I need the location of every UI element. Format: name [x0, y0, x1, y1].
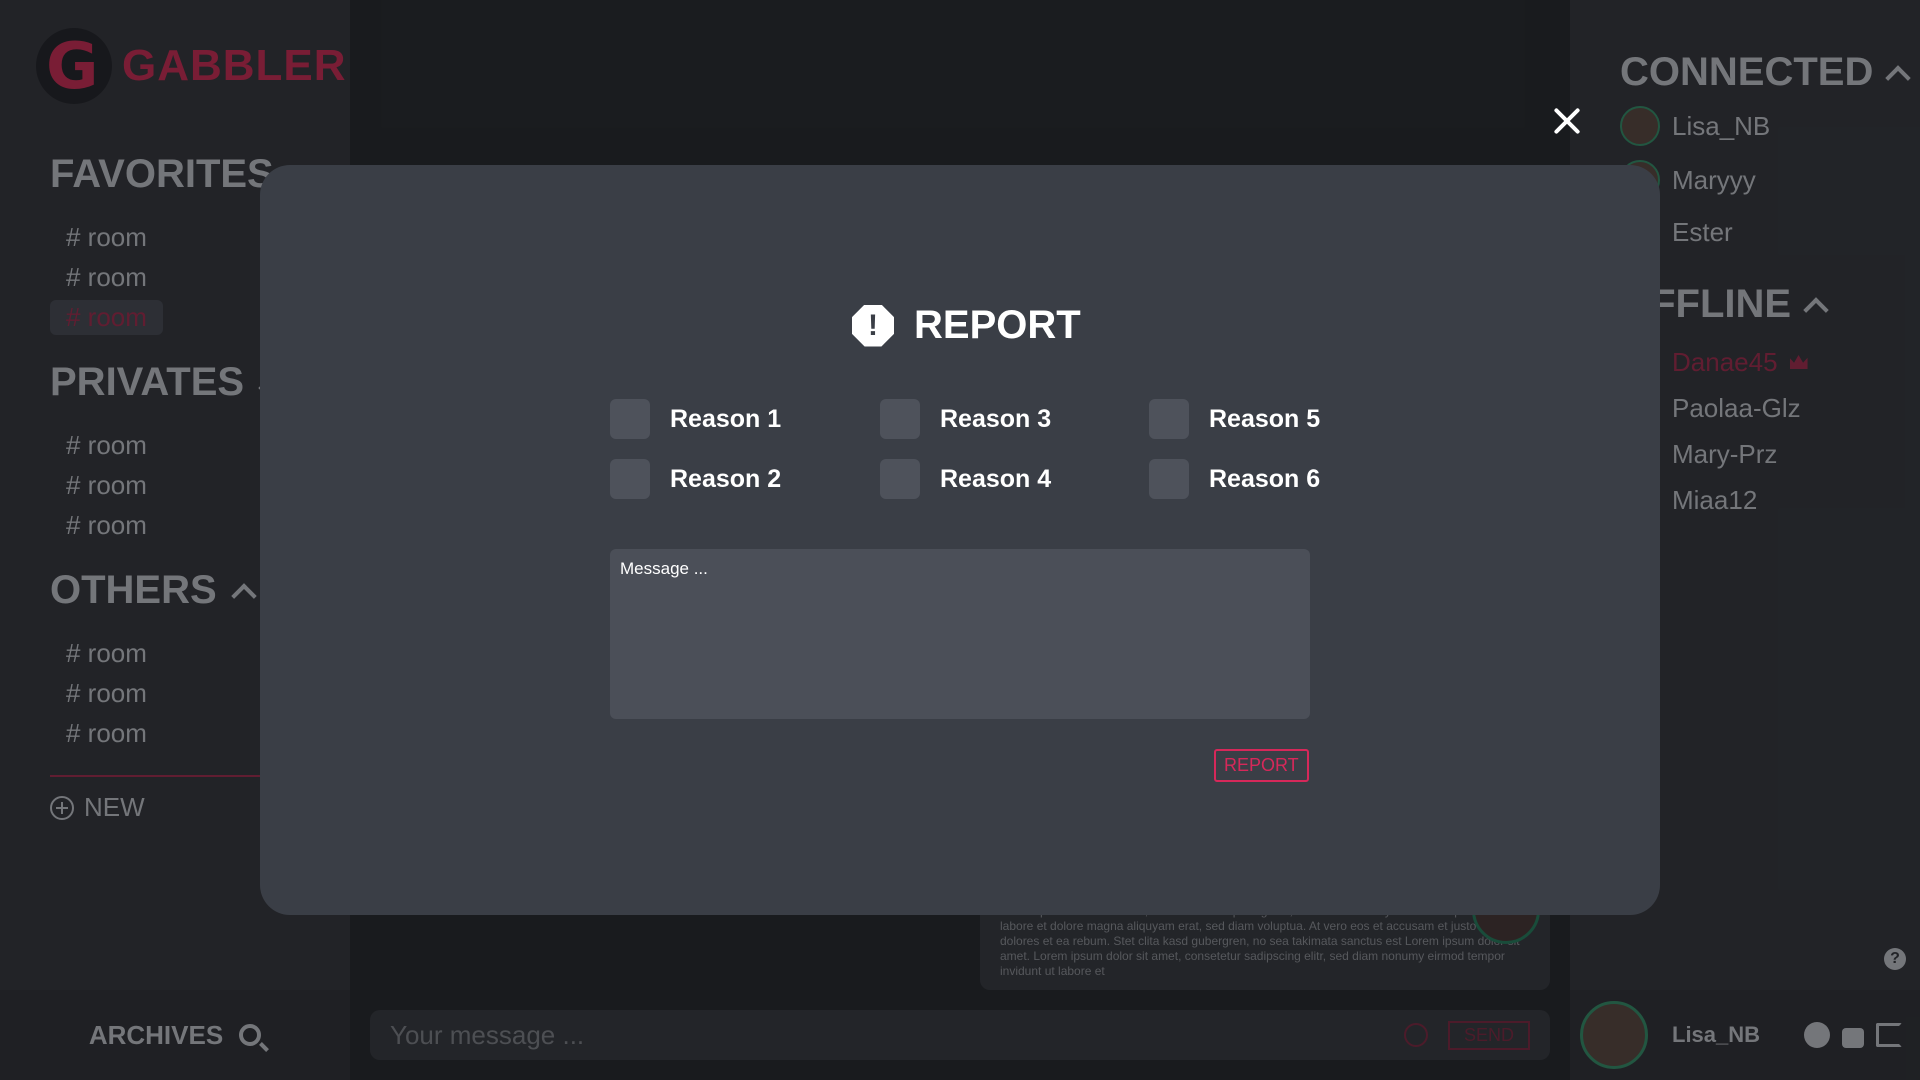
reason-checkbox[interactable]: Reason 1 [610, 399, 781, 439]
checkbox[interactable] [880, 399, 920, 439]
checkbox[interactable] [1149, 399, 1189, 439]
report-modal: ! REPORT Reason 1 Reason 2 Reason 3 Reas… [260, 165, 1660, 915]
reason-checkbox[interactable]: Reason 3 [880, 399, 1051, 439]
report-submit-button[interactable]: REPORT [1214, 749, 1309, 782]
modal-title: REPORT [914, 303, 1081, 347]
checkbox[interactable] [610, 459, 650, 499]
reason-checkbox[interactable]: Reason 6 [1149, 459, 1320, 499]
warning-icon: ! [852, 304, 894, 347]
message-placeholder: Message ... [620, 559, 708, 578]
reason-checkbox[interactable]: Reason 4 [880, 459, 1051, 499]
close-icon[interactable] [1552, 106, 1582, 136]
checkbox[interactable] [880, 459, 920, 499]
report-message-textarea[interactable]: Message ... [610, 549, 1310, 719]
reason-checkbox[interactable]: Reason 5 [1149, 399, 1320, 439]
modal-header: ! REPORT [852, 303, 1081, 348]
reason-checkbox[interactable]: Reason 2 [610, 459, 781, 499]
checkbox[interactable] [1149, 459, 1189, 499]
checkbox[interactable] [610, 399, 650, 439]
